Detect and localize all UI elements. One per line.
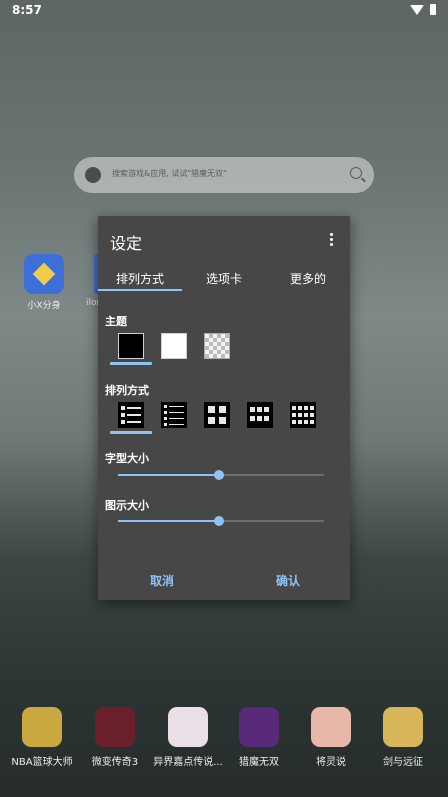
dock-app-weibian[interactable]: 微变传奇3 (79, 707, 151, 768)
app-label: 小X分身 (27, 301, 61, 311)
layout-grid-4-icon[interactable] (290, 402, 316, 428)
dock-app-label: 猎魔无双 (239, 757, 279, 768)
dock-app-jiangling[interactable]: 将灵说 (295, 707, 367, 768)
font-size-slider-thumb[interactable] (213, 470, 224, 480)
dock-app-label: 将灵说 (316, 757, 346, 768)
theme-label: 主题 (105, 315, 127, 328)
yijie-app-icon (168, 707, 208, 747)
dock-app-jianyu[interactable]: 剑与远征 (367, 707, 439, 768)
jianyu-app-icon (383, 707, 423, 747)
weibian-app-icon (95, 707, 135, 747)
tab-arrangement[interactable]: 排列方式 (98, 270, 182, 287)
clock: 8:57 (12, 3, 42, 17)
font-size-slider[interactable] (118, 470, 324, 480)
font-size-slider-fill (118, 474, 219, 476)
dock-app-yijie[interactable]: 异界嘉点传说... (152, 707, 224, 768)
home-app-xiaox[interactable]: 小X分身 (22, 254, 66, 311)
cancel-button[interactable]: 取消 (150, 572, 174, 589)
layout-list-icon[interactable] (118, 402, 144, 428)
liemo-app-icon (239, 707, 279, 747)
font-size-label: 字型大小 (105, 452, 149, 465)
theme-transparent-swatch[interactable] (204, 333, 230, 359)
app-logo-icon (85, 167, 101, 183)
wifi-icon (410, 4, 424, 15)
theme-white-swatch[interactable] (161, 333, 187, 359)
jiangling-app-icon (311, 707, 351, 747)
search-icon[interactable] (350, 167, 362, 179)
icon-size-slider-fill (118, 520, 219, 522)
theme-selected-indicator (110, 362, 152, 365)
confirm-button[interactable]: 确认 (276, 572, 300, 589)
more-vert-icon[interactable] (330, 233, 334, 246)
dock-app-label: 剑与远征 (383, 757, 423, 768)
search-placeholder: 搜索游戏&应用, 试试"猎魔无双" (112, 169, 227, 178)
battery-icon (430, 4, 436, 15)
dock-app-label: NBA篮球大师 (11, 757, 73, 768)
tab-indicator (98, 289, 182, 291)
icon-size-slider-thumb[interactable] (213, 516, 224, 526)
theme-black-swatch[interactable] (118, 333, 144, 359)
layout-label: 排列方式 (105, 384, 149, 397)
dock-app-label: 异界嘉点传说... (153, 757, 223, 768)
icon-size-label: 图示大小 (105, 499, 149, 512)
tab-more[interactable]: 更多的 (266, 270, 350, 287)
diamond-icon (24, 254, 64, 294)
dock-app-liemo[interactable]: 猎魔无双 (223, 707, 295, 768)
settings-dialog: 设定 排列方式 选项卡 更多的 主题 排列方式 字型大小 图示大小 取消 确认 (98, 216, 350, 600)
layout-grid-2-icon[interactable] (204, 402, 230, 428)
tab-options[interactable]: 选项卡 (182, 270, 266, 287)
search-bar[interactable]: 搜索游戏&应用, 试试"猎魔无双" (74, 157, 374, 193)
dock-app-nba[interactable]: NBA篮球大师 (6, 707, 78, 768)
status-bar: 8:57 (0, 0, 448, 22)
layout-grid-3-icon[interactable] (247, 402, 273, 428)
layout-compact-list-icon[interactable] (161, 402, 187, 428)
layout-selected-indicator (110, 431, 152, 434)
icon-size-slider[interactable] (118, 516, 324, 526)
dock-app-label: 微变传奇3 (91, 757, 139, 768)
status-icons (410, 4, 436, 15)
dialog-title: 设定 (110, 234, 143, 253)
nba-app-icon (22, 707, 62, 747)
